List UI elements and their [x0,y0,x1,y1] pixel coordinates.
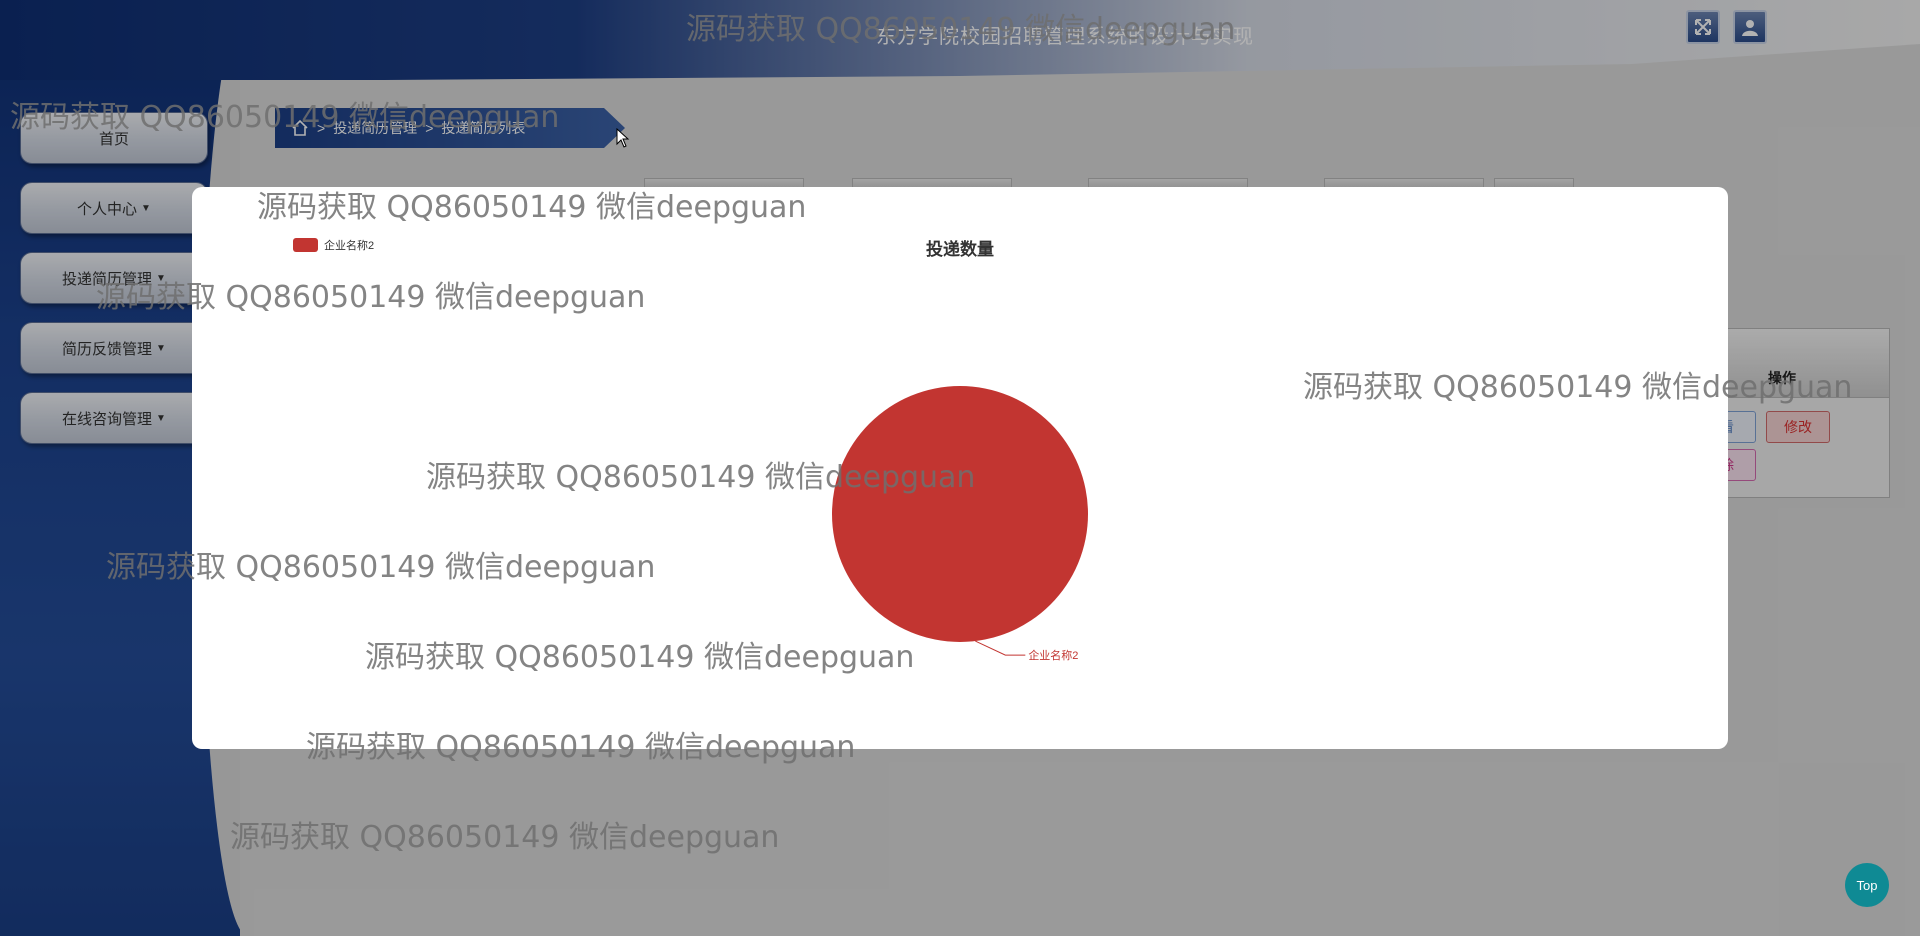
slice-label-line [975,640,1026,656]
watermark-text: 源码获取 QQ86050149 微信deepguan [426,460,976,495]
pie-slice[interactable] [832,386,1088,642]
watermark-text: 源码获取 QQ86050149 微信deepguan [96,280,646,315]
watermark-text: 源码获取 QQ86050149 微信deepguan [230,820,780,855]
watermark-text: 源码获取 QQ86050149 微信deepguan [106,550,656,585]
watermark-text: 源码获取 QQ86050149 微信deepguan [306,730,856,765]
watermark-text: 源码获取 QQ86050149 微信deepguan [1303,370,1853,405]
mouse-cursor-icon [616,128,630,148]
watermark-text: 源码获取 QQ86050149 微信deepguan [10,100,560,135]
back-to-top-button[interactable]: Top [1845,863,1889,907]
watermark-text: 源码获取 QQ86050149 微信deepguan [365,640,915,675]
watermark-text: 源码获取 QQ86050149 微信deepguan [686,12,1236,47]
slice-label: 企业名称2 [1028,648,1078,662]
watermark-text: 源码获取 QQ86050149 微信deepguan [257,190,807,225]
